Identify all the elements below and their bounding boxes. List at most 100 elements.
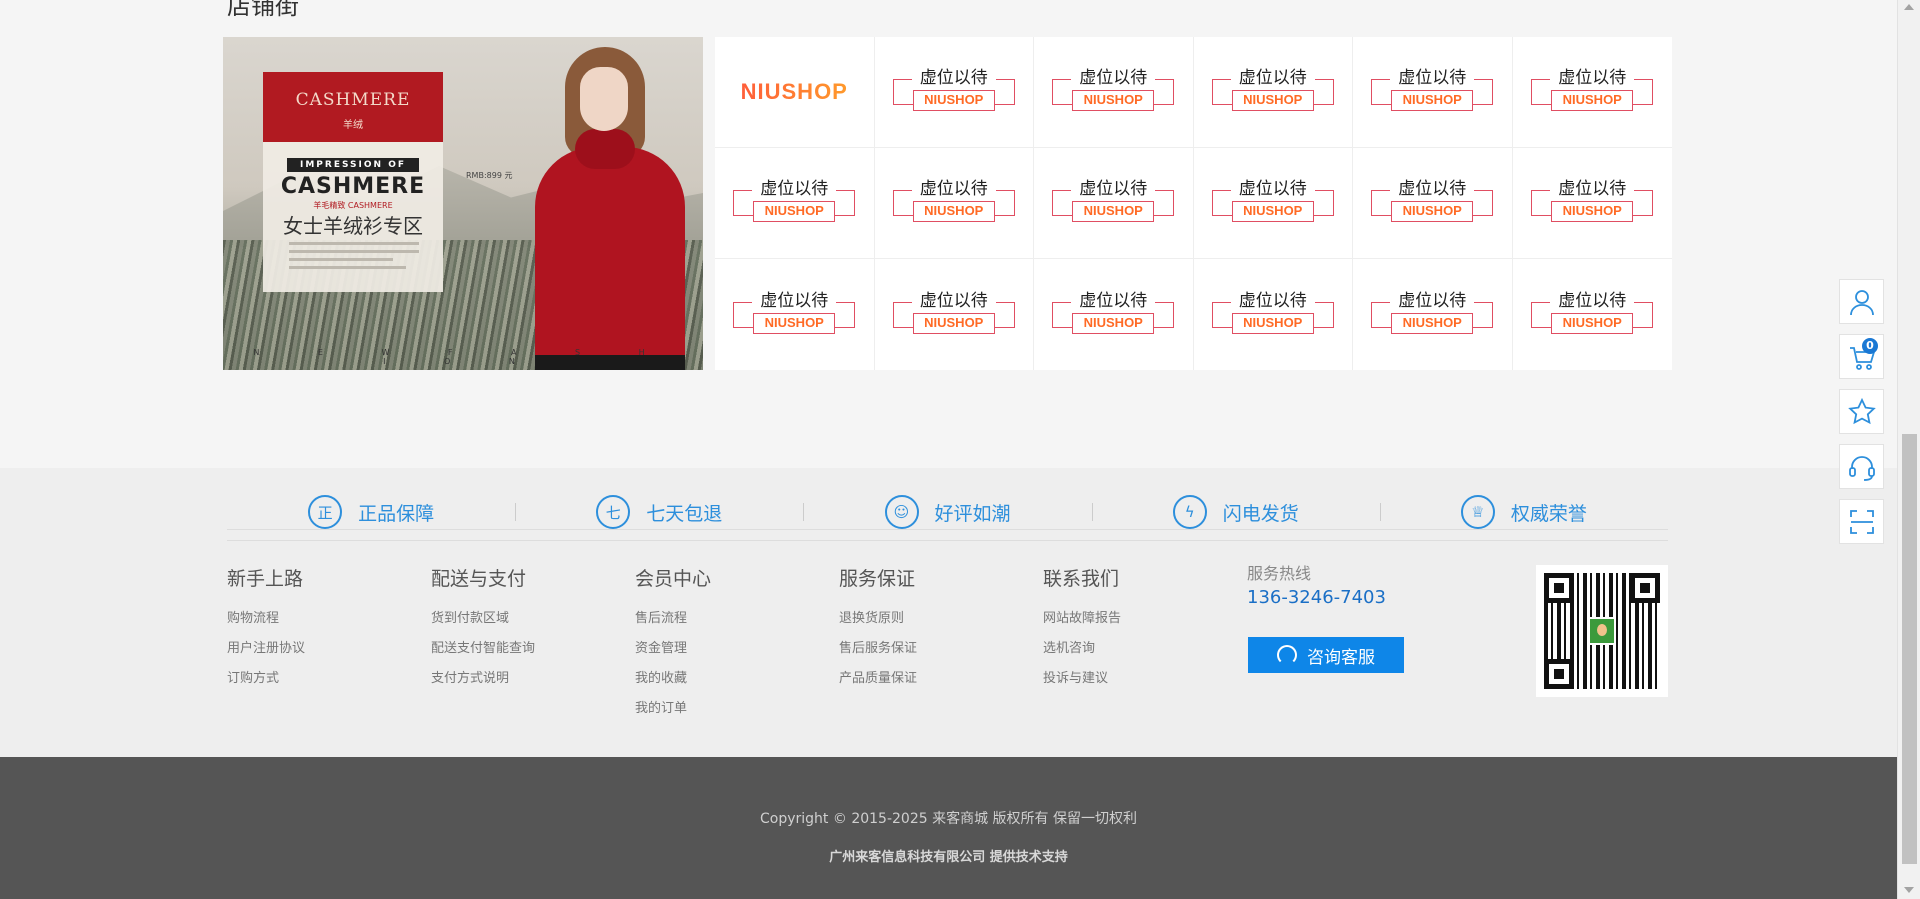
cart-count-badge: 0 <box>1862 338 1878 354</box>
placeholder-brand: 虚位以待 NIUSHOP <box>892 178 1015 228</box>
placeholder-logo: NIUSHOP <box>912 90 995 111</box>
placeholder-logo: NIUSHOP <box>912 201 995 222</box>
favorite-button[interactable] <box>1839 389 1884 434</box>
footer-link[interactable]: 售后服务保证 <box>839 642 1039 656</box>
brand-cell[interactable]: 虚位以待 NIUSHOP <box>1034 148 1194 259</box>
scroll-up-arrow-icon[interactable] <box>1904 4 1914 10</box>
placeholder-text: 虚位以待 <box>1398 179 1467 199</box>
banner-text-lines <box>289 242 419 274</box>
customer-service-button[interactable] <box>1839 444 1884 489</box>
footer-column-title: 联系我们 <box>1043 568 1120 590</box>
placeholder-brand: 虚位以待 NIUSHOP <box>1211 178 1334 228</box>
guarantee-icon: ♕ <box>1460 495 1495 529</box>
guarantee-item: ♕ 权威荣誉 <box>1379 486 1668 538</box>
brand-cell[interactable]: 虚位以待 NIUSHOP <box>874 37 1034 148</box>
brand-cell[interactable]: 虚位以待 NIUSHOP <box>715 148 875 259</box>
brand-cell[interactable]: 虚位以待 NIUSHOP <box>1193 148 1353 259</box>
placeholder-logo: NIUSHOP <box>1551 201 1634 222</box>
placeholder-brand: 虚位以待 NIUSHOP <box>1371 290 1494 340</box>
scroll-thumb[interactable] <box>1902 434 1917 864</box>
guarantee-item: 七七天包退 <box>515 486 803 538</box>
placeholder-brand: 虚位以待 NIUSHOP <box>1531 290 1654 340</box>
placeholder-text: 虚位以待 <box>1079 179 1148 199</box>
consult-label: 咨询客服 <box>1307 647 1375 668</box>
placeholder-text: 虚位以待 <box>919 290 988 311</box>
consult-service-button[interactable]: 咨询客服 <box>1248 637 1404 673</box>
brand-cell[interactable]: 虚位以待 NIUSHOP <box>1353 259 1513 370</box>
footer-link[interactable]: 我的收藏 <box>635 672 835 686</box>
footer-link[interactable]: 资金管理 <box>635 642 835 656</box>
placeholder-brand: 虚位以待 NIUSHOP <box>1371 178 1494 228</box>
footer-column: 服务保证 退换货原则 售后服务保证 产品质量保证 <box>839 568 1039 702</box>
guarantee-label: 闪电发货 <box>1222 502 1299 525</box>
footer-column: 联系我们网站故障报告 选机咨询投诉与建议 <box>1043 568 1243 702</box>
footer: 正正品保障七七天包退 ☺ 好评如潮 ϟ 闪电发货 ♕ 权威荣誉 新手上路 购物流程 用户注册协议… <box>0 468 1897 757</box>
brand-cell[interactable]: 虚位以待 NIUSHOP <box>1512 148 1672 259</box>
placeholder-logo: NIUSHOP <box>1551 312 1634 334</box>
placeholder-text: 虚位以待 <box>1238 179 1307 199</box>
placeholder-brand: 虚位以待 NIUSHOP <box>1371 67 1494 117</box>
footer-link[interactable]: 退换货原则 <box>839 612 1039 626</box>
guarantee-bar: 正正品保障 七七天包退 ☺ 好评如潮 ϟ 闪电发货 ♕ 权威荣誉 <box>227 486 1668 530</box>
placeholder-logo: NIUSHOP <box>1231 312 1314 334</box>
footer-link[interactable]: 产品质量保证 <box>839 672 1039 686</box>
brand-cell[interactable]: 虚位以待 NIUSHOP <box>1353 148 1513 259</box>
scan-button[interactable] <box>1839 499 1884 544</box>
footer-link[interactable]: 配送支付智能查询 <box>431 642 631 656</box>
cart-button[interactable]: 0 <box>1839 334 1884 379</box>
guarantee-label: 权威荣誉 <box>1510 502 1587 525</box>
placeholder-text: 虚位以待 <box>1238 290 1307 311</box>
placeholder-brand: 虚位以待 NIUSHOP <box>1052 178 1175 228</box>
footer-link[interactable]: 售后流程 <box>635 612 835 626</box>
placeholder-text: 虚位以待 <box>760 290 829 311</box>
guarantee-icon: 七 <box>596 495 631 529</box>
placeholder-text: 虚位以待 <box>919 68 988 88</box>
cashmere-banner[interactable]: CASHMERE 羊绒 IMPRESSION OF CASHMERE 羊毛精致 … <box>223 37 703 370</box>
footer-column-title: 配送与支付 <box>431 568 527 590</box>
brand-cell[interactable]: NIUSHOP <box>715 37 875 148</box>
placeholder-text: 虚位以待 <box>919 179 988 199</box>
brand-cell[interactable]: 虚位以待 NIUSHOP <box>715 259 875 370</box>
footer-link[interactable]: 网站故障报告 <box>1043 612 1243 626</box>
hotline-number: 136-3246-7403 <box>1247 587 1386 608</box>
brand-cell[interactable]: 虚位以待 NIUSHOP <box>1034 259 1194 370</box>
placeholder-logo: NIUSHOP <box>1391 90 1474 111</box>
footer-link[interactable]: 货到付款区域 <box>431 612 631 626</box>
brand-cell[interactable]: 虚位以待 NIUSHOP <box>874 148 1034 259</box>
brand-cell[interactable]: 虚位以待 NIUSHOP <box>1194 259 1353 370</box>
placeholder-text: 虚位以待 <box>1079 290 1148 311</box>
brand-cell[interactable]: 虚位以待 NIUSHOP <box>1034 37 1194 148</box>
placeholder-brand: 虚位以待 NIUSHOP <box>1211 67 1334 117</box>
headset-icon <box>1848 455 1875 481</box>
placeholder-logo: NIUSHOP <box>1391 312 1474 334</box>
scan-icon <box>1849 509 1874 534</box>
placeholder-logo: NIUSHOP <box>753 201 836 222</box>
placeholder-text: 虚位以待 <box>1398 290 1467 311</box>
brand-cell[interactable]: 虚位以待 NIUSHOP <box>1513 259 1673 370</box>
footer-link[interactable]: 购物流程 <box>227 612 427 626</box>
footer-link[interactable]: 订购方式 <box>227 672 427 686</box>
brand-cell[interactable]: 虚位以待 NIUSHOP <box>1353 37 1513 148</box>
scroll-down-arrow-icon[interactable] <box>1904 887 1914 893</box>
banner-box-title: CASHMERE <box>295 90 411 110</box>
brand-cell[interactable]: 虚位以待 NIUSHOP <box>875 259 1034 370</box>
right-toolbar: 0 <box>1839 279 1884 554</box>
brand-cell[interactable]: 虚位以待 NIUSHOP <box>1512 37 1672 148</box>
footer-link[interactable]: 用户注册协议 <box>227 642 427 656</box>
footer-link[interactable]: 我的订单 <box>635 702 835 716</box>
footer-link[interactable]: 选机咨询 <box>1043 642 1243 656</box>
footer-link[interactable]: 支付方式说明 <box>431 672 631 686</box>
footer-column-title: 会员中心 <box>635 568 712 590</box>
banner-impression: IMPRESSION OF <box>287 158 419 172</box>
page-scrollbar[interactable] <box>1897 0 1920 899</box>
placeholder-brand: 虚位以待 NIUSHOP <box>892 67 1015 117</box>
placeholder-brand: 虚位以待 NIUSHOP <box>892 290 1015 340</box>
footer-link[interactable]: 投诉与建议 <box>1043 672 1243 686</box>
brand-cell[interactable]: 虚位以待 NIUSHOP <box>1193 37 1353 148</box>
user-button[interactable] <box>1839 279 1884 324</box>
placeholder-text: 虚位以待 <box>1558 68 1627 88</box>
banner-cashmere: CASHMERE <box>280 174 426 199</box>
placeholder-brand: 虚位以待 NIUSHOP <box>1052 290 1175 340</box>
qr-logo-icon <box>1588 617 1616 645</box>
placeholder-brand: 虚位以待 NIUSHOP <box>1211 290 1334 340</box>
